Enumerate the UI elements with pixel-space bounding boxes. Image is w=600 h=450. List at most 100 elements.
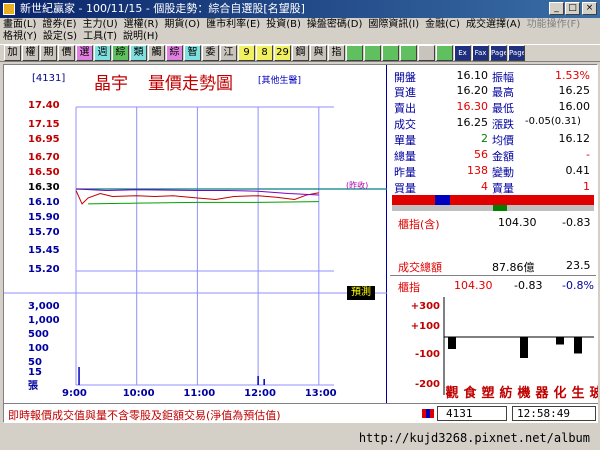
open-value: 16.10 xyxy=(456,69,489,82)
x-tick-label: 11:00 xyxy=(183,388,216,399)
volume-tick-label: 100 xyxy=(28,343,49,354)
toolbar-button[interactable]: 委 xyxy=(202,45,219,61)
toolbar-button[interactable]: 綜 xyxy=(112,45,129,61)
sector-tick-label: -100 xyxy=(415,349,440,360)
toolbar-button[interactable] xyxy=(346,45,363,61)
toolbar-button[interactable]: Ex xyxy=(454,45,471,61)
ask-label: 賣出 xyxy=(394,102,416,115)
low-value: 16.00 xyxy=(558,100,591,113)
stock-code-input[interactable]: 4131 xyxy=(437,406,507,421)
amplitude-value: 1.53% xyxy=(555,69,590,82)
status-message: 即時報價成交值與量不含零股及鉅額交易(淨值為預估值) xyxy=(8,409,281,422)
sector-bar xyxy=(520,337,528,358)
toolbar-button[interactable]: 與 xyxy=(310,45,327,61)
total-turnover-value: 87.86億 xyxy=(492,261,535,274)
sector-label: 紡 xyxy=(499,385,512,401)
total-volume-label: 總量 xyxy=(394,150,416,163)
sector-label: 生 xyxy=(571,385,584,401)
sector-bar xyxy=(448,337,456,349)
sector-label: 塑 xyxy=(481,385,494,401)
unit-volume-label: 單量 xyxy=(394,134,416,147)
amount-value: - xyxy=(586,148,590,161)
x-tick-label: 13:00 xyxy=(304,388,337,399)
otc-index-label: 櫃指(含) xyxy=(398,218,440,231)
toolbar-button[interactable]: Page xyxy=(490,45,507,61)
toolbar-button[interactable]: 綜 xyxy=(166,45,183,61)
average-line xyxy=(88,201,319,205)
toolbar-button[interactable]: Page xyxy=(508,45,525,61)
sector-tick-label: +300 xyxy=(411,301,440,312)
forecast-button[interactable]: 預測 xyxy=(347,286,375,300)
sector-label: 化 xyxy=(553,385,566,401)
toolbar-button[interactable]: 價 xyxy=(58,45,75,61)
last-label: 成交 xyxy=(394,118,416,131)
volume-tick-label: 500 xyxy=(28,329,49,340)
y-tick-label: 15.70 xyxy=(28,226,60,238)
menu-item[interactable]: 設定(S) xyxy=(40,30,80,44)
total-turnover-extra: 23.5 xyxy=(566,259,591,272)
toolbar-button[interactable]: 29 xyxy=(274,45,291,61)
menu-item[interactable]: 工具(T) xyxy=(80,30,120,44)
toolbar-button[interactable]: 8 xyxy=(256,45,273,61)
toolbar-button[interactable] xyxy=(382,45,399,61)
toolbar-button[interactable]: 智 xyxy=(184,45,201,61)
reference-label: (昨收) xyxy=(346,181,369,190)
yesterday-volume-label: 昨量 xyxy=(394,166,416,179)
high-value: 16.25 xyxy=(558,84,591,97)
bid-label: 買進 xyxy=(394,86,416,99)
toolbar-button[interactable]: 指 xyxy=(328,45,345,61)
toolbar-button[interactable]: 9 xyxy=(238,45,255,61)
average-label: 均價 xyxy=(492,134,514,147)
high-label: 最高 xyxy=(492,86,514,99)
clock: 12:58:49 xyxy=(512,406,596,421)
volume-tick-label: 張 xyxy=(28,381,38,392)
y-tick-label: 17.15 xyxy=(28,118,60,130)
x-tick-label: 12:00 xyxy=(244,388,276,399)
toolbar-button[interactable]: Fax xyxy=(472,45,489,61)
menu-item[interactable]: 說明(H) xyxy=(120,30,161,44)
y-tick-label: 15.45 xyxy=(28,245,60,257)
buy-qty-value: 4 xyxy=(481,180,488,193)
toolbar-button[interactable]: 選 xyxy=(76,45,93,61)
trend-bar xyxy=(392,205,594,211)
status-bar: 即時報價成交值與量不含零股及鉅額交易(淨值為預估值) 4131 12:58:49 xyxy=(4,403,598,423)
status-indicator xyxy=(422,409,434,418)
toolbar-button[interactable]: 週 xyxy=(94,45,111,61)
toolbar-button[interactable] xyxy=(418,45,435,61)
toolbar-button[interactable]: 權 xyxy=(22,45,39,61)
toolbar-button[interactable]: 類 xyxy=(130,45,147,61)
otc-index-change: -0.83 xyxy=(562,216,591,229)
watermark-url: http://kujd3268.pixnet.net/album xyxy=(358,431,590,445)
toolbar-button[interactable] xyxy=(364,45,381,61)
close-button[interactable]: × xyxy=(582,2,597,15)
sell-qty-label: 賣量 xyxy=(492,182,514,195)
maximize-button[interactable]: □ xyxy=(565,2,580,15)
toolbar-button[interactable]: 加 xyxy=(4,45,21,61)
toolbar-button[interactable] xyxy=(400,45,417,61)
bid-value: 16.20 xyxy=(456,84,489,97)
toolbar-button[interactable]: 觸 xyxy=(148,45,165,61)
toolbar-button[interactable]: 期 xyxy=(40,45,57,61)
minimize-button[interactable]: _ xyxy=(549,2,564,15)
total-turnover-label: 成交總額 xyxy=(398,261,442,274)
toolbar: 加權期價選週綜類觸綜智委江 9 8 29 鋼與指 Ex Fax PagePage xyxy=(0,44,600,62)
window-title: 新世紀贏家 - 100/11/15 - 個股走勢：綜合自選股[名望股] xyxy=(20,2,305,15)
y-tick-label: 16.30 xyxy=(28,182,60,193)
x-tick-label: 10:00 xyxy=(122,388,155,399)
y-tick-label: 16.70 xyxy=(28,152,60,164)
low-label: 最低 xyxy=(492,102,514,115)
sector-label: 機 xyxy=(517,385,530,401)
sector-label: 玻 xyxy=(589,385,598,401)
toolbar-button[interactable]: 江 xyxy=(220,45,237,61)
sector-label: 器 xyxy=(534,386,549,401)
index-panel-change: -0.83 xyxy=(514,279,543,292)
toolbar-button[interactable] xyxy=(436,45,453,61)
bid-ask-bar xyxy=(392,195,594,205)
last-value: 16.25 xyxy=(456,116,489,129)
turnover-value: 0.41 xyxy=(565,164,591,177)
y-tick-label: 17.40 xyxy=(28,100,60,111)
volume-tick-label: 3,000 xyxy=(28,301,60,312)
menu-item[interactable]: 格視(Y) xyxy=(0,30,40,44)
quote-panel: 開盤 16.10 振幅 1.53% 買進 16.20 最高 16.25 賣出 1… xyxy=(388,65,598,403)
toolbar-button[interactable]: 鋼 xyxy=(292,45,309,61)
